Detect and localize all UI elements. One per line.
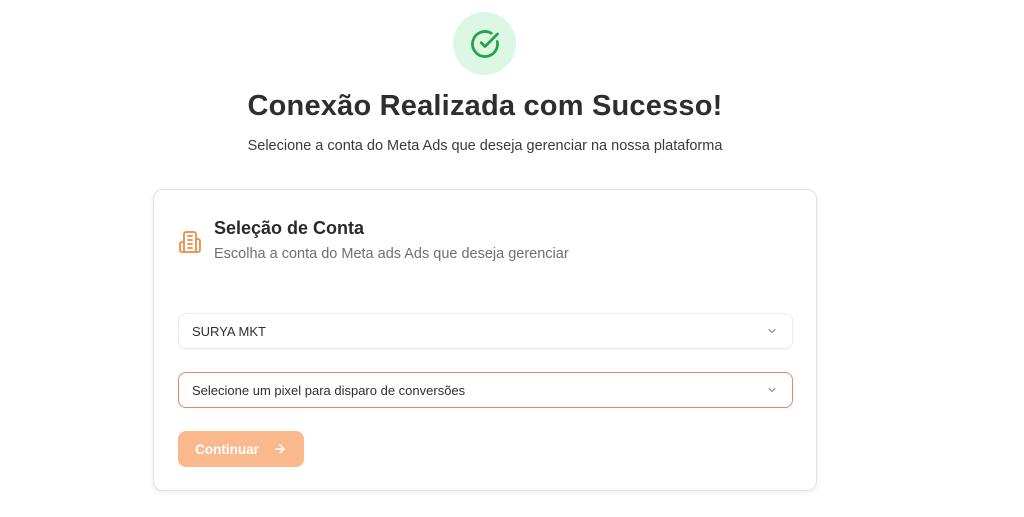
success-badge xyxy=(453,12,516,75)
arrow-right-icon xyxy=(275,444,285,454)
page: Conexão Realizada com Sucesso! Selecione… xyxy=(0,0,1024,517)
page-subtitle: Selecione a conta do Meta Ads que deseja… xyxy=(247,138,723,154)
account-select-value: SURYA MKT xyxy=(192,323,266,339)
account-select[interactable]: SURYA MKT xyxy=(178,313,793,349)
building-icon xyxy=(179,231,201,253)
pixel-select[interactable]: Selecione um pixel para disparo de conve… xyxy=(178,372,793,408)
check-circle-icon xyxy=(470,29,499,58)
account-selection-card: Seleção de Conta Escolha a conta do Meta… xyxy=(153,189,817,491)
continue-button[interactable]: Continuar xyxy=(178,431,304,467)
page-title: Conexão Realizada com Sucesso! xyxy=(247,90,723,122)
card-title: Seleção de Conta xyxy=(214,218,365,238)
pixel-select-placeholder: Selecione um pixel para disparo de conve… xyxy=(192,382,466,398)
chevron-down-icon xyxy=(768,328,776,334)
card-description: Escolha a conta do Meta ads Ads que dese… xyxy=(214,246,569,262)
chevron-down-icon xyxy=(768,387,776,393)
continue-button-label: Continuar xyxy=(195,441,259,457)
